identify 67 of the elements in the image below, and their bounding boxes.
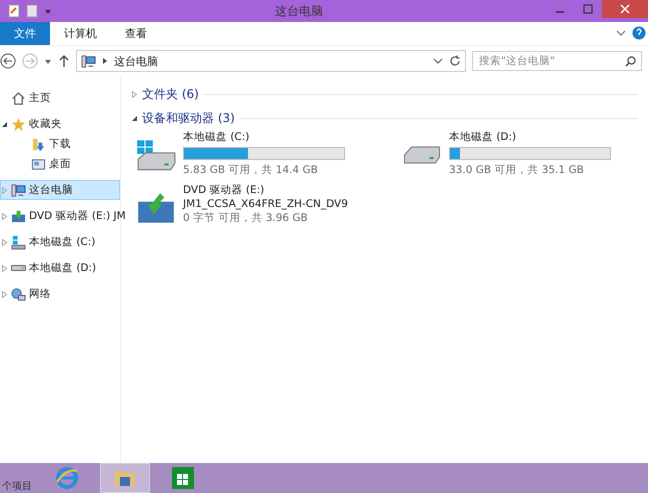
close-button[interactable] [602,0,648,18]
dropdown-icon[interactable] [44,7,52,15]
nav-label: 桌面 [49,157,71,171]
group-header: 文件夹 (6) [142,86,199,102]
expand-arrow-icon[interactable] [131,90,138,98]
windows-drive-icon [135,138,177,172]
taskbar-button[interactable] [100,463,150,493]
collapse-arrow-icon[interactable] [1,120,8,128]
group-header: 设备和驱动器 (3) [142,110,235,126]
store-icon [171,466,195,490]
nav-label: 网络 [29,287,51,301]
back-button[interactable] [0,53,16,69]
nav-item[interactable]: 网络 [0,284,120,304]
chevron-down-icon[interactable] [433,56,443,66]
house-icon [11,90,26,106]
ribbon-tab[interactable]: 文件 [0,22,50,45]
nav-label: 这台电脑 [29,183,73,197]
refresh-icon[interactable] [449,55,461,67]
nav-label: 本地磁盘 (D:) [29,261,96,275]
address-bar[interactable]: 这台电脑 [76,50,466,72]
hard-drive-icon [11,265,26,271]
expand-arrow-icon[interactable] [1,264,8,272]
network-icon [11,286,26,302]
document-icon[interactable] [8,4,20,18]
computer-icon [11,182,26,198]
drive-name[interactable]: 本地磁盘 (C:) [183,130,345,144]
hard-drive-icon [401,146,443,164]
free-space-text: 33.0 GB 可用，共 35.1 GB [449,163,585,177]
search-icon[interactable] [625,56,636,67]
status-text: 个项目 [1,480,33,493]
volume-label: JM1_CCSA_X64FRE_ZH-CN_DV9 [183,198,348,210]
free-space-text: 0 字节 可用，共 3.96 GB [183,211,309,225]
up-button[interactable] [58,54,70,68]
expand-arrow-icon[interactable] [1,212,8,220]
nav-item[interactable]: 收藏夹 [0,114,120,134]
maximize-icon [583,4,593,14]
computer-icon [81,54,96,68]
nav-item[interactable]: 这台电脑 [0,180,120,200]
expand-arrow-icon[interactable] [1,238,8,246]
nav-item[interactable]: 本地磁盘 (D:) [0,258,120,278]
dropdown-icon[interactable] [44,57,52,65]
nav-item[interactable]: 桌面 [0,154,120,174]
disc-drive-icon [11,208,26,224]
desktop-icon [31,156,46,172]
expand-arrow-icon[interactable] [1,290,8,298]
nav-label: DVD 驱动器 (E:) JM [29,209,126,223]
nav-item[interactable]: 下载 [0,134,120,154]
drive-name[interactable]: DVD 驱动器 (E:) [183,183,348,197]
nav-label: 下载 [49,137,71,151]
minimize-icon [555,11,565,13]
free-space-text: 5.83 GB 可用，共 14.4 GB [183,163,319,177]
nav-item[interactable]: 主页 [0,88,120,108]
close-icon [620,4,630,14]
collapse-arrow-icon[interactable] [131,114,138,122]
breadcrumb-arrow-icon[interactable] [102,57,108,65]
nav-item[interactable]: 本地磁盘 (C:) [0,232,120,252]
search-field[interactable]: 搜索"这台电脑" [472,51,642,71]
windows-drive-icon [11,234,26,250]
disc-drive-icon [135,191,177,225]
nav-label: 本地磁盘 (C:) [29,235,96,249]
browser-e-icon [55,466,79,490]
nav-label: 主页 [29,91,51,105]
window-title: 这台电脑 [274,2,324,20]
drive-name[interactable]: 本地磁盘 (D:) [449,130,611,144]
nav-label: 收藏夹 [29,117,62,131]
download-folder-icon [31,136,46,152]
star-icon [11,116,26,132]
